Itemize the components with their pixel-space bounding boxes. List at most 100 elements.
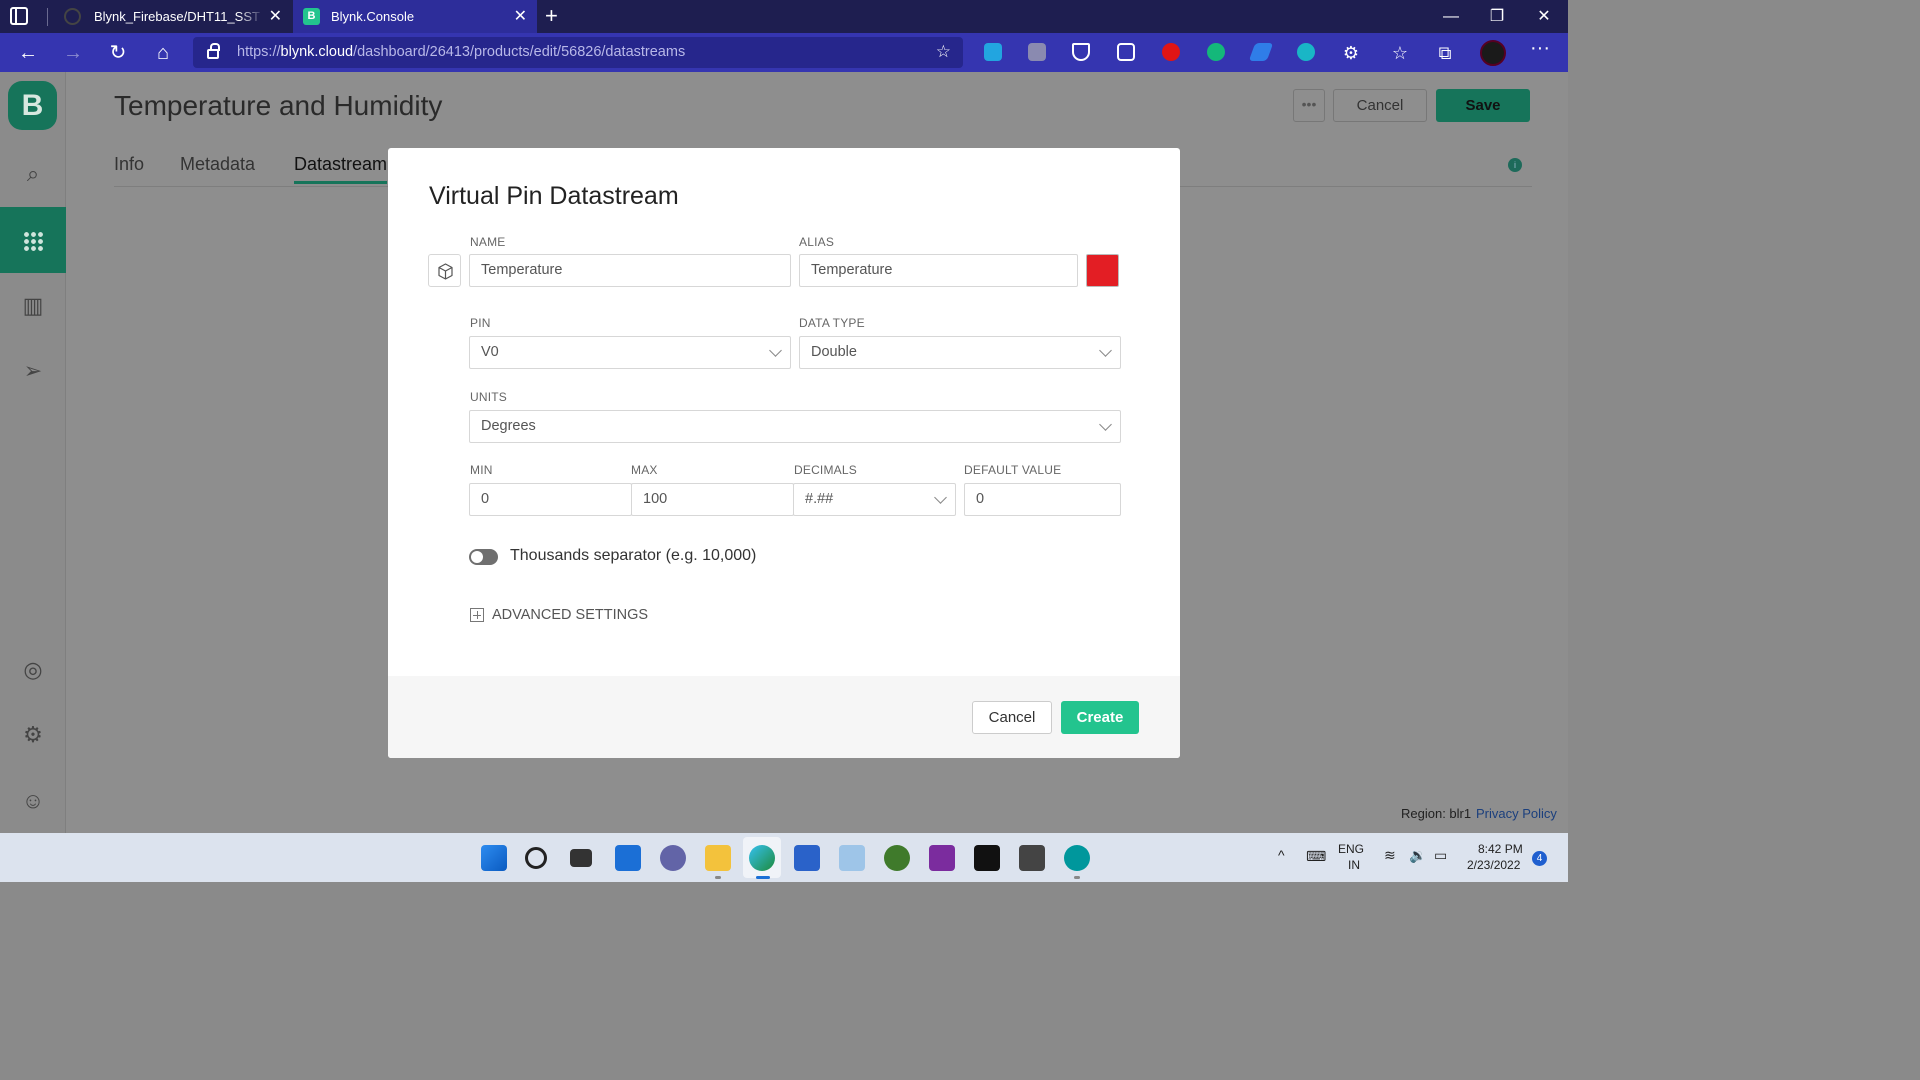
datastream-icon-picker[interactable] (428, 254, 461, 287)
edge-icon[interactable] (749, 845, 775, 871)
extension-icon[interactable] (1028, 43, 1046, 61)
collections-icon[interactable]: ⧉ (1431, 39, 1459, 67)
library-icon[interactable] (1019, 845, 1045, 871)
tab-datastreams[interactable]: Datastream (294, 154, 388, 184)
decimals-value: #.## (805, 491, 834, 507)
tab-actions-icon[interactable] (10, 7, 28, 25)
task-view-icon[interactable] (570, 849, 592, 867)
data-type-label: DATA TYPE (799, 316, 865, 330)
tab-metadata[interactable]: Metadata (180, 154, 255, 175)
extension-icon[interactable] (984, 43, 1002, 61)
data-type-value: Double (811, 344, 857, 360)
products-grid-icon[interactable] (0, 207, 66, 273)
min-label: MIN (470, 463, 493, 477)
close-tab-icon[interactable]: ✕ (514, 0, 527, 33)
file-explorer-icon[interactable] (705, 845, 731, 871)
shield-extension-icon[interactable] (1072, 43, 1090, 61)
chevron-up-icon[interactable]: ^ (1278, 847, 1285, 863)
tab-info[interactable]: Info (114, 154, 144, 175)
color-picker[interactable] (1086, 254, 1119, 287)
more-options-icon[interactable]: ··· (1530, 37, 1550, 60)
pin-label: PIN (470, 316, 491, 330)
keyboard-icon[interactable]: ⌨ (1306, 848, 1326, 865)
address-bar[interactable]: https://blynk.cloud/dashboard/26413/prod… (193, 37, 963, 68)
url-text: https://blynk.cloud/dashboard/26413/prod… (237, 44, 686, 60)
extension-icon[interactable] (1207, 43, 1225, 61)
blynk-logo[interactable]: B (8, 81, 57, 130)
clock-date: 2/23/2022 (1467, 858, 1521, 872)
new-tab-icon[interactable]: + (545, 3, 558, 29)
cancel-button[interactable]: Cancel (972, 701, 1052, 734)
browser-tab-blynk[interactable]: B Blynk.Console ✕ (293, 0, 537, 33)
send-icon[interactable]: ➢ (0, 346, 66, 396)
widgets-icon[interactable] (615, 845, 641, 871)
expand-plus-icon[interactable] (470, 608, 484, 622)
extension-icon[interactable] (1117, 43, 1135, 61)
chat-icon[interactable] (660, 845, 686, 871)
add-favorite-icon[interactable]: ☆ (936, 42, 951, 62)
more-button[interactable]: ••• (1293, 89, 1325, 122)
browser-tab-bar: Blynk_Firebase/DHT11_SST at ma ✕ B Blynk… (0, 0, 1568, 33)
name-field[interactable]: Temperature (469, 254, 791, 287)
refresh-icon[interactable]: ↻ (104, 39, 132, 67)
settings-icon[interactable]: ⚙ (0, 710, 66, 760)
browser-toolbar: ← → ↻ ⌂ https://blynk.cloud/dashboard/26… (0, 33, 1568, 72)
cube-icon (438, 263, 453, 280)
profile-avatar[interactable] (1480, 40, 1506, 66)
favorites-icon[interactable]: ☆ (1386, 39, 1414, 67)
arduino-icon[interactable] (1064, 845, 1090, 871)
language-top[interactable]: ENG (1338, 842, 1364, 856)
info-icon[interactable]: i (1508, 158, 1522, 172)
extension-icon[interactable] (1162, 43, 1180, 61)
thousands-separator-toggle[interactable] (469, 549, 498, 565)
alias-field[interactable]: Temperature (799, 254, 1078, 287)
extension-icon[interactable] (1248, 43, 1274, 61)
advanced-settings-toggle[interactable]: ADVANCED SETTINGS (492, 607, 648, 623)
extension-icon[interactable] (1297, 43, 1315, 61)
forward-icon[interactable]: → (59, 39, 87, 67)
store-icon[interactable] (794, 845, 820, 871)
header-cancel-button[interactable]: Cancel (1333, 89, 1427, 122)
max-field[interactable]: 100 (631, 483, 794, 516)
pin-select[interactable]: V0 (469, 336, 791, 369)
tab-title: Blynk.Console (331, 9, 415, 24)
clock-time[interactable]: 8:42 PM (1478, 842, 1523, 856)
notification-badge[interactable]: 4 (1532, 851, 1547, 866)
user-icon[interactable]: ☺ (0, 776, 66, 826)
wifi-icon[interactable]: ≋ (1384, 847, 1396, 864)
privacy-policy-link[interactable]: Privacy Policy (1476, 806, 1557, 821)
units-select[interactable]: Degrees (469, 410, 1121, 443)
organization-icon[interactable]: ▥ (0, 281, 66, 331)
extensions-icon[interactable]: ⚙ (1337, 39, 1365, 67)
photos-icon[interactable] (839, 845, 865, 871)
filezilla-icon[interactable] (974, 845, 1000, 871)
volume-icon[interactable]: 🔉 (1409, 847, 1426, 864)
search-icon[interactable]: ⌕ (0, 149, 66, 199)
minimize-icon[interactable]: — (1428, 0, 1474, 33)
default-value-field[interactable]: 0 (964, 483, 1121, 516)
battery-icon[interactable]: ▭ (1434, 847, 1447, 864)
close-window-icon[interactable]: ✕ (1521, 0, 1567, 33)
decimals-select[interactable]: #.## (793, 483, 956, 516)
onenote-icon[interactable] (929, 845, 955, 871)
back-icon[interactable]: ← (14, 39, 42, 67)
home-icon[interactable]: ⌂ (149, 39, 177, 67)
browser-tab-github[interactable]: Blynk_Firebase/DHT11_SST at ma ✕ (56, 0, 292, 33)
dialog-footer: Cancel Create (388, 676, 1180, 758)
min-field[interactable]: 0 (469, 483, 632, 516)
close-tab-icon[interactable]: ✕ (269, 0, 282, 33)
tree-app-icon[interactable] (884, 845, 910, 871)
help-icon[interactable]: ◎ (0, 645, 66, 695)
name-label: NAME (470, 235, 506, 249)
alias-label: ALIAS (799, 235, 835, 249)
start-icon[interactable] (481, 845, 507, 871)
create-button[interactable]: Create (1061, 701, 1139, 734)
data-type-select[interactable]: Double (799, 336, 1121, 369)
units-label: UNITS (470, 390, 507, 404)
github-icon (64, 8, 81, 25)
save-button[interactable]: Save (1436, 89, 1530, 122)
dialog-title: Virtual Pin Datastream (429, 182, 679, 210)
restore-icon[interactable]: ❐ (1474, 0, 1520, 33)
search-icon[interactable] (525, 847, 547, 869)
tab-title: Blynk_Firebase/DHT11_SST at ma (94, 9, 264, 24)
